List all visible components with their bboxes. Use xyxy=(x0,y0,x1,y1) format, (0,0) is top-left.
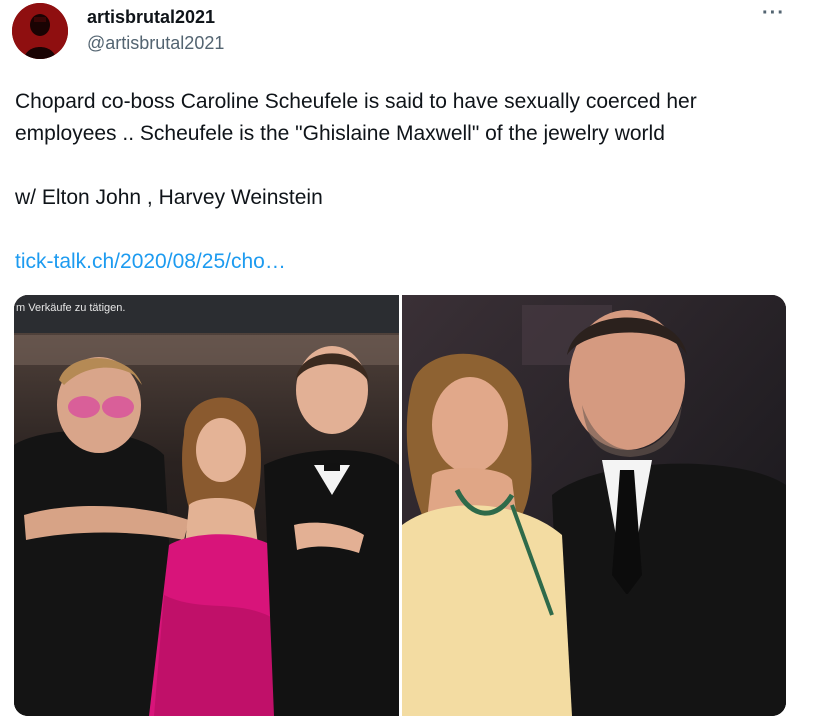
embedded-caption-bar: m Verkäufe zu tätigen. xyxy=(14,295,399,333)
tweet-text-line: w/ Elton John , Harvey Weinstein xyxy=(15,186,323,209)
tweet-text-line: Chopard co-boss Caroline Scheufele is sa… xyxy=(15,90,697,113)
photo-harvey-weinstein[interactable] xyxy=(402,295,786,716)
embedded-caption-text: m Verkäufe zu tätigen. xyxy=(16,302,126,314)
avatar[interactable] xyxy=(12,3,68,59)
author-name[interactable]: artisbrutal2021 xyxy=(87,7,215,28)
tweet-text-line: employees .. Scheufele is the "Ghislaine… xyxy=(15,122,665,145)
more-options-icon[interactable]: ··· xyxy=(762,2,785,25)
photo-elton-john-group[interactable]: m Verkäufe zu tätigen. xyxy=(14,295,399,716)
tweet: artisbrutal2021 @artisbrutal2021 ··· Cho… xyxy=(0,0,823,716)
article-link[interactable]: tick-talk.ch/2020/08/25/cho… xyxy=(15,246,805,278)
tweet-text: Chopard co-boss Caroline Scheufele is sa… xyxy=(15,86,805,278)
media-grid: m Verkäufe zu tätigen. xyxy=(14,295,786,716)
author-handle[interactable]: @artisbrutal2021 xyxy=(87,33,224,54)
